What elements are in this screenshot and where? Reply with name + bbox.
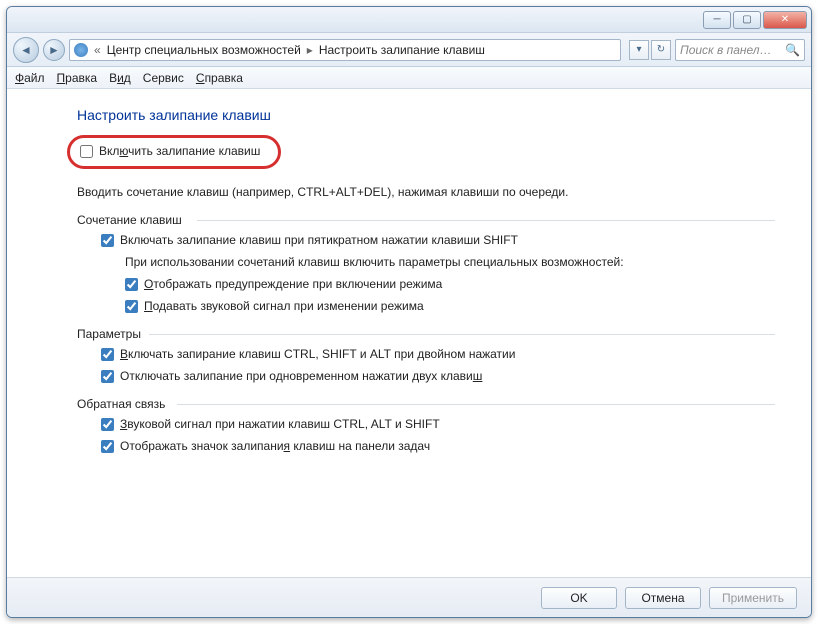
group-shortcut: Включать залипание клавиш при пятикратно… — [77, 233, 775, 313]
apply-button[interactable]: Применить — [709, 587, 797, 609]
group-params: Включать запирание клавиш CTRL, SHIFT и … — [77, 347, 775, 383]
show-warning-label: Отображать предупреждение при включении … — [144, 277, 442, 291]
turn-off-two-keys-checkbox[interactable] — [101, 370, 114, 383]
show-warning-checkbox[interactable] — [125, 278, 138, 291]
page-title: Настроить залипание клавиш — [77, 107, 775, 123]
addr-dropdown-button[interactable]: ▾ — [629, 40, 649, 60]
show-taskbar-icon-label: Отображать значок залипания клавиш на па… — [120, 439, 430, 453]
beep-modifier-label: Звуковой сигнал при нажатии клавиш CTRL,… — [120, 417, 440, 431]
breadcrumb-expand-icon[interactable]: « — [94, 43, 101, 57]
dialog-footer: OK Отмена Применить — [7, 577, 811, 617]
titlebar: ─ ▢ ✕ — [7, 7, 811, 33]
beep-modifier-checkbox[interactable] — [101, 418, 114, 431]
play-sound-label: Подавать звуковой сигнал при изменении р… — [144, 299, 424, 313]
menu-edit[interactable]: Правка — [57, 71, 98, 85]
description-text: Вводить сочетание клавиш (например, CTRL… — [77, 185, 775, 199]
show-taskbar-icon-checkbox[interactable] — [101, 440, 114, 453]
back-button[interactable]: ◄ — [13, 37, 39, 63]
play-sound-checkbox[interactable] — [125, 300, 138, 313]
menu-file[interactable]: Файл — [15, 71, 45, 85]
refresh-button[interactable]: ↻ — [651, 40, 671, 60]
group-feedback: Звуковой сигнал при нажатии клавиш CTRL,… — [77, 417, 775, 453]
breadcrumb-current[interactable]: Настроить залипание клавиш — [319, 43, 485, 57]
cancel-button[interactable]: Отмена — [625, 587, 701, 609]
suboptions-caption: При использовании сочетаний клавиш включ… — [125, 255, 775, 269]
shift-five-times-checkbox[interactable] — [101, 234, 114, 247]
enable-sticky-keys-label: Включить залипание клавиш — [99, 144, 260, 158]
shortcut-suboptions: При использовании сочетаний клавиш включ… — [101, 255, 775, 313]
chevron-right-icon: ▸ — [307, 43, 313, 57]
search-icon: 🔍 — [785, 43, 800, 57]
group-feedback-title: Обратная связь — [77, 397, 775, 411]
content-area: Настроить залипание клавиш Включить зали… — [7, 89, 811, 577]
close-button[interactable]: ✕ — [763, 11, 807, 29]
control-panel-window: ─ ▢ ✕ ◄ ► « Центр специальных возможност… — [6, 6, 812, 618]
highlight-annotation: Включить залипание клавиш — [67, 135, 281, 169]
group-shortcut-title: Сочетание клавиш — [77, 213, 775, 227]
menu-view[interactable]: Вид — [109, 71, 131, 85]
turn-off-two-keys-label: Отключать залипание при одновременном на… — [120, 369, 482, 383]
enable-sticky-keys-checkbox[interactable] — [80, 145, 93, 158]
menu-help[interactable]: Справка — [196, 71, 243, 85]
address-bar: ◄ ► « Центр специальных возможностей ▸ Н… — [7, 33, 811, 67]
lock-modifier-label: Включать запирание клавиш CTRL, SHIFT и … — [120, 347, 515, 361]
group-params-title: Параметры — [77, 327, 775, 341]
breadcrumb-field[interactable]: « Центр специальных возможностей ▸ Настр… — [69, 39, 621, 61]
breadcrumb-text: Центр специальных возможностей ▸ Настрои… — [107, 43, 485, 57]
breadcrumb-root[interactable]: Центр специальных возможностей — [107, 43, 301, 57]
menu-bar: Файл Правка Вид Сервис Справка — [7, 67, 811, 89]
lock-modifier-checkbox[interactable] — [101, 348, 114, 361]
forward-button[interactable]: ► — [43, 39, 65, 61]
search-placeholder: Поиск в панел… — [680, 43, 772, 57]
ease-of-access-icon — [74, 43, 88, 57]
minimize-button[interactable]: ─ — [703, 11, 731, 29]
shift-five-times-label: Включать залипание клавиш при пятикратно… — [120, 233, 518, 247]
menu-tools[interactable]: Сервис — [143, 71, 184, 85]
address-tools: ▾ ↻ — [629, 40, 671, 60]
maximize-button[interactable]: ▢ — [733, 11, 761, 29]
search-input[interactable]: Поиск в панел… 🔍 — [675, 39, 805, 61]
ok-button[interactable]: OK — [541, 587, 617, 609]
